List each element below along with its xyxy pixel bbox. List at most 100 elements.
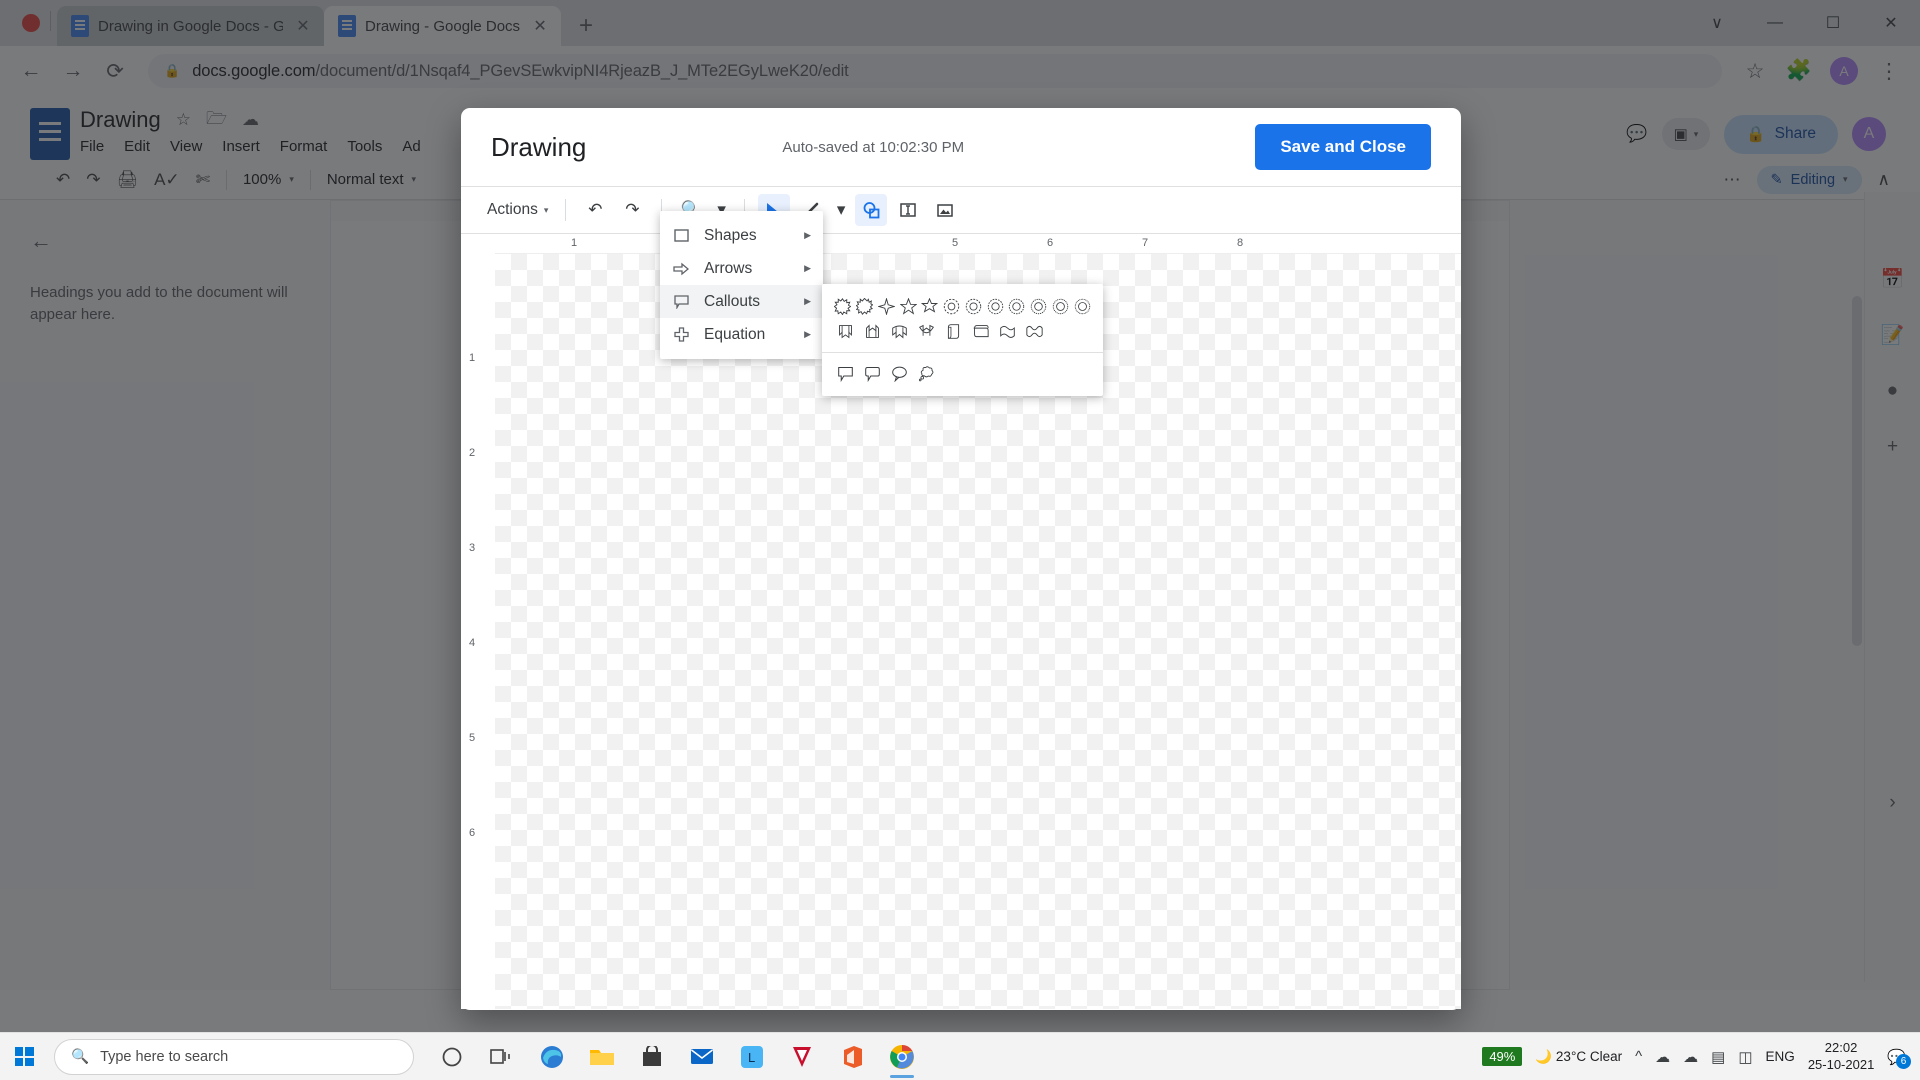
mail-icon[interactable] — [680, 1035, 724, 1079]
drawing-dialog-title: Drawing — [491, 131, 587, 162]
horizontal-ruler: 1 2 5 6 7 8 — [495, 234, 1461, 254]
clock[interactable]: 22:02 25-10-2021 — [1808, 1040, 1875, 1073]
callout-icon — [672, 294, 690, 309]
4-point-star-shape[interactable] — [876, 294, 898, 319]
chevron-right-icon: ▶ — [804, 263, 811, 273]
curved-up-ribbon-shape[interactable] — [886, 319, 913, 344]
clock-time: 22:02 — [1824, 1040, 1858, 1056]
shape-menu-item-callouts[interactable]: Callouts ▶ — [660, 285, 823, 318]
ruler-tick: 1 — [571, 237, 578, 249]
image-icon — [937, 204, 954, 217]
ruler-tick: 1 — [469, 352, 476, 364]
cloud-icon[interactable]: ☁ — [1683, 1048, 1698, 1066]
callouts-row-1 — [822, 294, 1103, 319]
plus-icon — [672, 327, 690, 342]
square-icon — [672, 228, 690, 243]
8-point-star-shape[interactable] — [963, 294, 985, 319]
actions-label: Actions — [487, 201, 538, 218]
shape-menu-item-arrows[interactable]: Arrows ▶ — [660, 252, 823, 285]
battery-icon[interactable]: ◫ — [1738, 1048, 1752, 1066]
vertical-scroll-shape[interactable] — [940, 319, 967, 344]
windows-icon — [14, 1047, 34, 1066]
search-icon: 🔍 — [71, 1049, 90, 1065]
12-point-star-shape[interactable] — [1006, 294, 1028, 319]
wave-shape[interactable] — [994, 319, 1021, 344]
drawing-toolbar: Actions ▾ ↶ ↷ 🔍 ▾ ▾ — [461, 186, 1461, 234]
double-wave-shape[interactable] — [1021, 319, 1048, 344]
svg-text:L: L — [748, 1050, 755, 1065]
image-tool-button[interactable] — [929, 194, 961, 226]
drawing-dialog-header: Drawing Auto-saved at 10:02:30 PM Save a… — [461, 108, 1461, 186]
task-view-icon[interactable] — [480, 1035, 524, 1079]
language-indicator[interactable]: ENG — [1766, 1049, 1795, 1064]
explosion-1-shape[interactable] — [832, 294, 854, 319]
curved-down-ribbon-shape[interactable] — [913, 319, 940, 344]
ruler-tick: 5 — [469, 732, 476, 744]
shape-menu-label: Arrows — [704, 259, 753, 277]
network-icon[interactable]: ▤ — [1711, 1048, 1725, 1066]
save-and-close-button[interactable]: Save and Close — [1255, 124, 1431, 170]
rounded-rectangular-callout-shape[interactable] — [859, 361, 886, 386]
weather-desc: Clear — [1589, 1048, 1623, 1064]
ruler-tick: 2 — [469, 447, 476, 459]
shape-menu-label: Equation — [704, 325, 766, 343]
edge-icon[interactable] — [530, 1035, 574, 1079]
chrome-icon[interactable] — [880, 1035, 924, 1079]
drawing-dialog: Drawing Auto-saved at 10:02:30 PM Save a… — [461, 108, 1461, 1010]
show-hidden-icons[interactable]: ^ — [1635, 1048, 1642, 1065]
lightroom-icon[interactable]: L — [730, 1035, 774, 1079]
chevron-down-icon: ▾ — [543, 204, 549, 215]
actions-menu-button[interactable]: Actions ▾ — [483, 194, 552, 226]
up-ribbon-shape[interactable] — [832, 319, 859, 344]
search-placeholder: Type here to search — [100, 1048, 229, 1065]
ruler-tick: 3 — [469, 542, 476, 554]
shape-menu-item-shapes[interactable]: Shapes ▶ — [660, 219, 823, 252]
office-icon[interactable] — [830, 1035, 874, 1079]
chevron-right-icon: ▶ — [804, 296, 811, 306]
submenu-divider — [822, 352, 1103, 353]
battery-percent-badge: 49% — [1482, 1047, 1523, 1066]
autosave-status: Auto-saved at 10:02:30 PM — [782, 138, 965, 156]
system-tray: 49% 🌙 23°C Clear ^ ☁ ☁ ▤ ◫ ENG 22:02 25-… — [1482, 1040, 1920, 1073]
line-chevron-down-icon[interactable]: ▾ — [832, 194, 851, 226]
undo-icon[interactable]: ↶ — [579, 194, 611, 226]
start-button[interactable] — [0, 1033, 48, 1080]
weather-moon-icon: 🌙 — [1535, 1048, 1553, 1064]
shape-menu-item-equation[interactable]: Equation ▶ — [660, 318, 823, 351]
store-icon[interactable] — [630, 1035, 674, 1079]
weather-widget[interactable]: 🌙 23°C Clear — [1535, 1049, 1622, 1065]
vertical-ruler: 1 2 3 4 5 6 — [461, 254, 495, 1009]
5-point-star-shape[interactable] — [897, 294, 919, 319]
taskbar-search-input[interactable]: 🔍 Type here to search — [54, 1038, 414, 1075]
24-point-star-shape[interactable] — [1050, 294, 1072, 319]
explosion-2-shape[interactable] — [854, 294, 876, 319]
10-point-star-shape[interactable] — [984, 294, 1006, 319]
7-point-star-shape[interactable] — [941, 294, 963, 319]
6-point-star-shape[interactable] — [919, 294, 941, 319]
shape-tool-button[interactable] — [855, 194, 888, 226]
down-ribbon-shape[interactable] — [859, 319, 886, 344]
chevron-right-icon: ▶ — [804, 230, 811, 240]
16-point-star-shape[interactable] — [1028, 294, 1050, 319]
chevron-right-icon: ▶ — [804, 329, 811, 339]
cloud-callout-shape[interactable] — [913, 361, 940, 386]
32-point-star-shape[interactable] — [1071, 294, 1093, 319]
weather-temp: 23°C — [1555, 1048, 1587, 1064]
file-explorer-icon[interactable] — [580, 1035, 624, 1079]
onedrive-icon[interactable]: ☁ — [1655, 1048, 1670, 1066]
cortana-icon[interactable] — [430, 1035, 474, 1079]
horizontal-scroll-shape[interactable] — [967, 319, 994, 344]
rectangular-callout-shape[interactable] — [832, 361, 859, 386]
ruler-tick: 4 — [469, 637, 476, 649]
taskbar-app-list: L — [430, 1035, 924, 1079]
redo-icon[interactable]: ↷ — [616, 194, 648, 226]
shape-menu-label: Callouts — [704, 292, 760, 310]
windows-taskbar: 🔍 Type here to search L 49% 🌙 23°C Clear… — [0, 1032, 1920, 1080]
text-box-tool-button[interactable] — [892, 194, 924, 226]
oval-callout-shape[interactable] — [886, 361, 913, 386]
ruler-tick: 6 — [1047, 237, 1054, 249]
notification-center-icon[interactable]: 💬 6 — [1887, 1048, 1911, 1069]
callouts-submenu — [822, 284, 1103, 396]
mcafee-icon[interactable] — [780, 1035, 824, 1079]
callouts-row-3 — [822, 361, 1103, 386]
